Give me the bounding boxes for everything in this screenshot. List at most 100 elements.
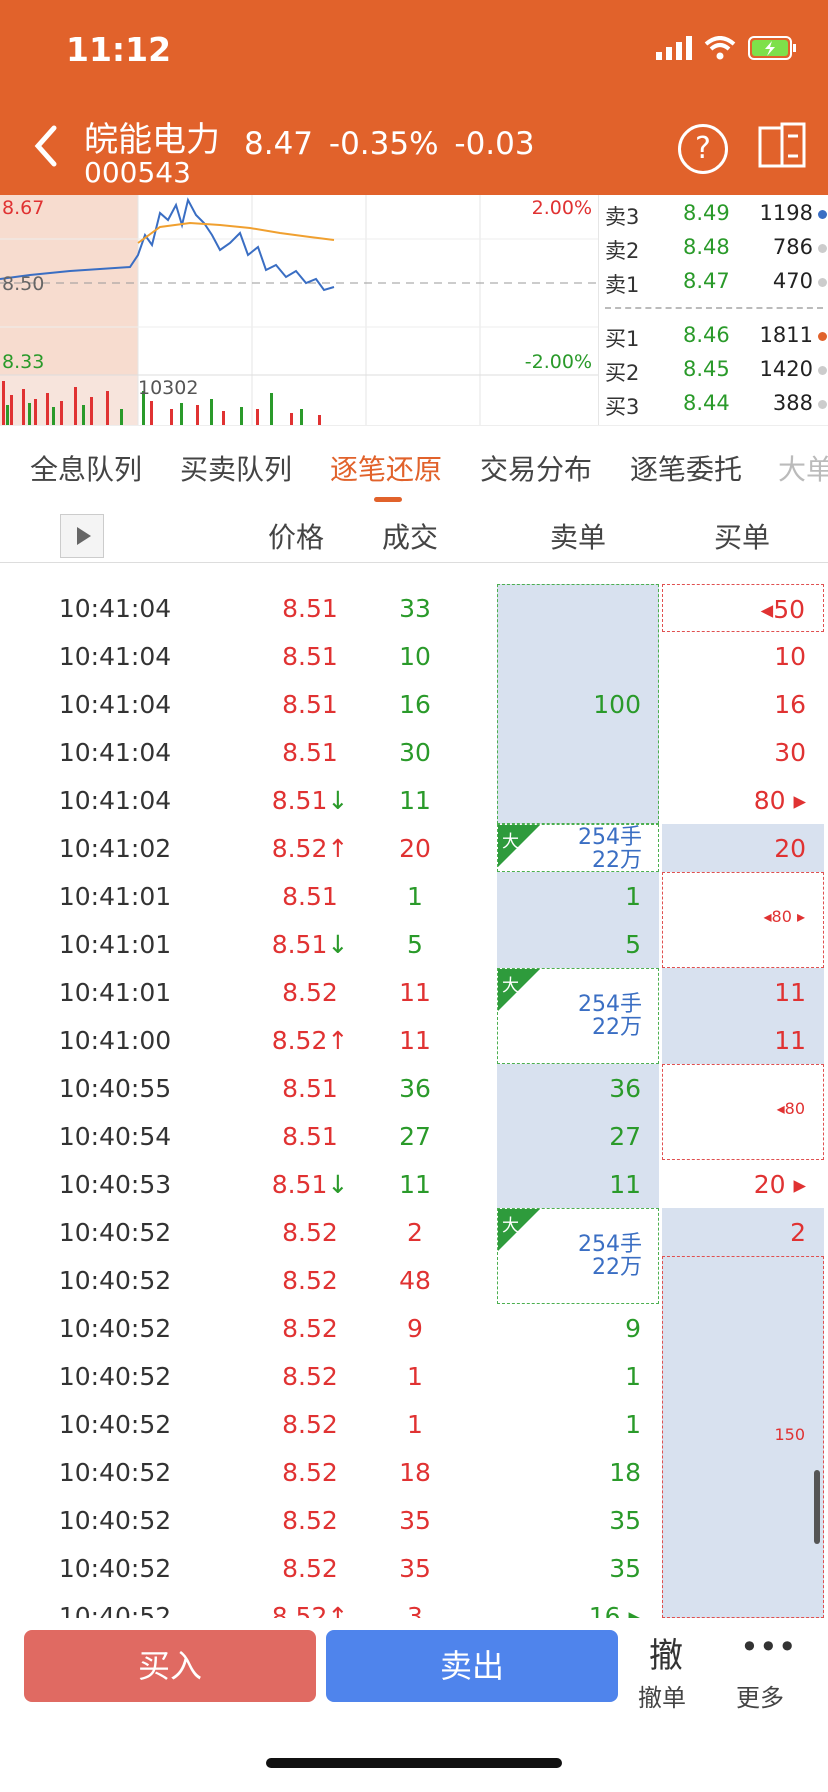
row-sell-cell[interactable]: 35	[497, 1496, 659, 1544]
scrollbar[interactable]	[814, 1470, 820, 1544]
tab-trade-distribution[interactable]: 交易分布	[480, 448, 592, 488]
tick-list[interactable]: 10:41:04 8.51 33 ◂50 10:41:04 8.51 10 10 10:41:0…	[0, 562, 828, 1618]
row-sell-cell[interactable]: 1	[497, 872, 659, 920]
buy-merged-value: 150	[774, 1425, 805, 1444]
row-buy-cell[interactable]: 20	[662, 824, 824, 872]
play-button[interactable]	[60, 514, 104, 558]
row-buy-cell[interactable]: ◂50	[662, 584, 824, 632]
row-price-arrow: ↑	[327, 834, 349, 863]
row-price-value: 8.51	[271, 930, 328, 959]
more-label[interactable]: 更多	[736, 1678, 784, 1713]
buy-button[interactable]: 买入	[24, 1630, 316, 1702]
row-buy-cell[interactable]: 30	[662, 728, 824, 776]
status-icons	[656, 34, 798, 62]
row-time: 10:41:00	[58, 1026, 172, 1055]
tab-bid-ask-queue[interactable]: 买卖队列	[180, 448, 292, 488]
big-order-box[interactable]: 大 254手 22万	[497, 968, 659, 1064]
row-volume: 1	[407, 882, 423, 911]
tab-active-indicator	[374, 497, 402, 502]
table-row[interactable]: 10:41:00 8.52↑ 11 11	[0, 1016, 828, 1064]
row-sell-cell[interactable]: 5	[497, 920, 659, 968]
row-buy-cell[interactable]: 80 ▸	[662, 776, 824, 824]
row-buy-number: 80 ▸	[753, 786, 806, 815]
sell-button[interactable]: 卖出	[326, 1630, 618, 1702]
row-volume: 9	[407, 1314, 423, 1343]
table-row[interactable]: 10:40:52 8.52 2 2	[0, 1208, 828, 1256]
big-order-text: 254手 22万	[578, 1233, 642, 1279]
row-sell-cell[interactable]: 36	[497, 1064, 659, 1112]
row-buy-cell[interactable]: 10	[662, 632, 824, 680]
row-buy-number: 2	[790, 1218, 806, 1247]
row-time: 10:40:53	[58, 1170, 172, 1199]
back-icon[interactable]	[26, 118, 70, 174]
buy-merged-box-large[interactable]: 150	[662, 1256, 824, 1618]
cancel-order-icon[interactable]: 撤	[646, 1628, 686, 1677]
row-buy-cell[interactable]: 11	[662, 968, 824, 1016]
row-price: 8.52	[255, 1506, 365, 1535]
row-buy-cell[interactable]: 20 ▸	[662, 1160, 824, 1208]
table-row[interactable]: 10:41:01 8.52 11 11	[0, 968, 828, 1016]
table-row[interactable]: 10:41:02 8.52↑ 20 20	[0, 824, 828, 872]
big-order-box[interactable]: 大 254手 22万	[497, 824, 659, 872]
buy-merged-number: 80	[771, 907, 792, 926]
table-row[interactable]: 10:41:04 8.51↓ 11 80 ▸	[0, 776, 828, 824]
big-order-box[interactable]: 大 254手 22万	[497, 1208, 659, 1304]
row-price-value: 8.51	[282, 1122, 338, 1151]
row-buy-cell[interactable]: 2	[662, 1208, 824, 1256]
table-row[interactable]: 10:40:53 8.51↓ 11 11 20 ▸	[0, 1160, 828, 1208]
table-row[interactable]: 10:41:04 8.51 10 10	[0, 632, 828, 680]
row-price: 8.51↓	[255, 930, 365, 959]
row-buy-number: 16	[774, 690, 806, 719]
ask-2-dot	[818, 244, 827, 253]
row-sell-cell[interactable]: 1	[497, 1400, 659, 1448]
row-volume: 3	[407, 1602, 423, 1618]
row-sell-value: 35	[609, 1554, 641, 1583]
row-price-value: 8.52	[282, 1458, 338, 1487]
table-row[interactable]: 10:41:04 8.51 16 100 16	[0, 680, 828, 728]
row-sell-cell[interactable]: 18	[497, 1448, 659, 1496]
buy-merged-box[interactable]: ◂80	[662, 1064, 824, 1160]
row-time: 10:40:54	[58, 1122, 172, 1151]
table-row[interactable]: 10:41:04 8.51 33 ◂50	[0, 584, 828, 632]
row-price: 8.52	[255, 1458, 365, 1487]
big-tag: 大	[502, 976, 519, 996]
tab-tick-replay[interactable]: 逐笔还原	[330, 448, 442, 488]
big-order-lots: 254手	[578, 825, 642, 850]
row-price-value: 8.51	[282, 882, 338, 911]
bottom-bar: 买入 卖出 撤 撤单 ••• 更多	[0, 1618, 828, 1792]
buy-merged-box[interactable]: ◂80 ▸	[662, 872, 824, 968]
row-time: 10:40:52	[58, 1458, 172, 1487]
intraday-chart[interactable]: 8.67 8.50 8.33 2.00% -2.00% 10302	[0, 195, 598, 425]
tab-tick-orders[interactable]: 逐笔委托	[630, 448, 742, 488]
row-sell-value: 1	[625, 882, 641, 911]
help-icon[interactable]: ?	[678, 124, 728, 174]
row-buy-value: 11	[774, 978, 806, 1007]
cancel-order-label[interactable]: 撤单	[638, 1678, 686, 1713]
row-sell-cell[interactable]: 11	[497, 1160, 659, 1208]
row-price: 8.52↑	[255, 1602, 365, 1618]
more-icon[interactable]: •••	[740, 1628, 797, 1666]
row-sell-cell[interactable]: 27	[497, 1112, 659, 1160]
row-sell-cell[interactable]: 16 ▸	[497, 1592, 659, 1618]
row-sell-cell[interactable]: 35	[497, 1544, 659, 1592]
row-volume: 5	[407, 930, 423, 959]
row-price-value: 8.51	[282, 594, 338, 623]
big-tag: 大	[502, 1216, 519, 1236]
row-buy-cell[interactable]: 16	[662, 680, 824, 728]
tab-big-orders[interactable]: 大单	[778, 448, 828, 488]
row-buy-value: 30	[774, 738, 806, 767]
row-time: 10:40:52	[58, 1602, 172, 1618]
ask-3-label: 卖3	[605, 205, 640, 229]
row-price-value: 8.51	[282, 642, 338, 671]
row-buy-cell[interactable]: 11	[662, 1016, 824, 1064]
row-time: 10:40:52	[58, 1314, 172, 1343]
tab-full-queue[interactable]: 全息队列	[30, 448, 142, 488]
row-sell-value: 35	[609, 1506, 641, 1535]
table-row[interactable]: 10:41:04 8.51 30 30	[0, 728, 828, 776]
switch-layout-icon[interactable]	[758, 122, 806, 170]
row-volume: 11	[399, 1170, 431, 1199]
row-sell-value: 16 ▸	[588, 1602, 641, 1618]
row-sell-cell[interactable]: 9	[497, 1304, 659, 1352]
row-sell-cell[interactable]: 1	[497, 1352, 659, 1400]
column-sell: 卖单	[550, 521, 607, 554]
